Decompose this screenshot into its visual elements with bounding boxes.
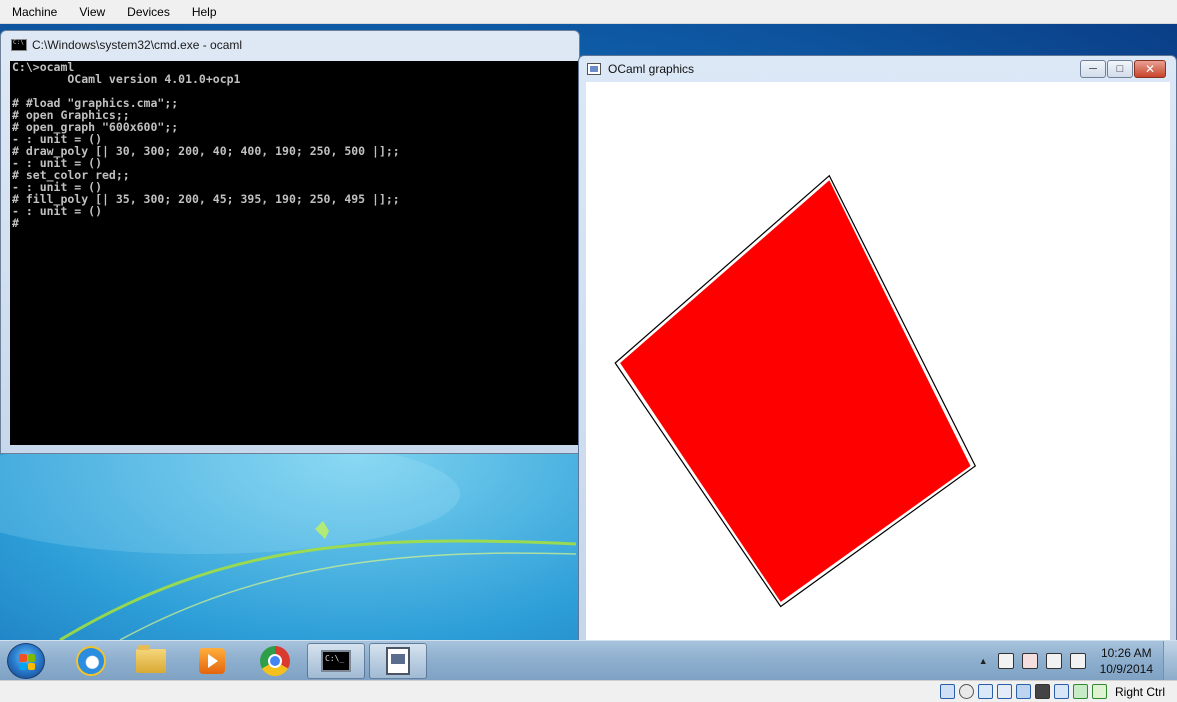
minimize-button[interactable]: ─ <box>1080 60 1106 78</box>
taskbar-internet-explorer[interactable] <box>62 643 120 679</box>
taskbar-chrome[interactable] <box>246 643 304 679</box>
video-capture-icon[interactable] <box>1053 684 1069 699</box>
ocaml-window-icon <box>587 63 601 75</box>
graphics-canvas[interactable] <box>586 82 1170 640</box>
virtualization-icon[interactable] <box>1072 684 1088 699</box>
window-controls: ─ □ ✕ <box>1079 60 1166 78</box>
shared-folders-icon[interactable] <box>1015 684 1031 699</box>
hard-disk-icon[interactable] <box>939 684 955 699</box>
close-icon: ✕ <box>1144 62 1156 76</box>
volume-icon[interactable] <box>1045 653 1062 669</box>
menu-help[interactable]: Help <box>181 1 228 23</box>
mouse-integration-icon[interactable] <box>1091 684 1107 699</box>
cmd-window-title: C:\Windows\system32\cmd.exe - ocaml <box>32 38 243 52</box>
action-center-icon[interactable] <box>997 653 1014 669</box>
cmd-icon <box>11 39 27 51</box>
display-icon[interactable] <box>1034 684 1050 699</box>
start-button[interactable] <box>7 643 45 679</box>
network-adapter-icon[interactable] <box>996 684 1012 699</box>
ocaml-graphics-icon <box>386 647 410 675</box>
internet-explorer-icon <box>76 646 106 676</box>
menu-devices[interactable]: Devices <box>116 1 181 23</box>
windows-explorer-icon <box>136 645 166 673</box>
media-player-icon <box>199 648 225 674</box>
graphics-drawing <box>614 174 977 608</box>
usb-icon[interactable] <box>977 684 993 699</box>
console-output: C:\>ocaml OCaml version 4.01.0+ocp1 # #l… <box>12 61 400 230</box>
ocaml-titlebar[interactable]: OCaml graphics ─ □ ✕ <box>579 56 1176 82</box>
maximize-icon: □ <box>1116 62 1124 75</box>
cmd-titlebar[interactable]: C:\Windows\system32\cmd.exe - ocaml <box>1 31 579 59</box>
clock-time: 10:26 AM <box>1100 646 1152 660</box>
menu-view[interactable]: View <box>68 1 116 23</box>
system-tray: ▲ 10:26 AM 10/9/2014 <box>979 641 1177 681</box>
windows-logo-icon <box>19 654 35 670</box>
network-icon[interactable] <box>1021 653 1038 669</box>
ocaml-window-title: OCaml graphics <box>608 62 695 76</box>
taskbar-cmd[interactable]: C:\_ <box>307 643 365 679</box>
desktop[interactable]: C:\Windows\system32\cmd.exe - ocaml C:\>… <box>0 24 1177 640</box>
chrome-icon <box>260 646 290 676</box>
host-key-label: Right Ctrl <box>1114 684 1165 699</box>
taskbar: C:\_ ▲ 10:26 AM 10/9/2014 <box>0 640 1177 681</box>
optical-drive-icon[interactable] <box>958 684 974 699</box>
show-desktop-button[interactable] <box>1163 641 1177 681</box>
clock-date: 10/9/2014 <box>1099 662 1153 676</box>
virtualbox-menubar: Machine View Devices Help <box>0 0 1177 24</box>
taskbar-ocaml-graphics[interactable] <box>369 643 427 679</box>
cmd-console[interactable]: C:\>ocaml OCaml version 4.01.0+ocp1 # #l… <box>10 61 579 445</box>
filled-polygon <box>620 180 971 602</box>
cmd-taskbar-icon: C:\_ <box>321 650 351 672</box>
taskbar-media-player[interactable] <box>183 643 241 679</box>
taskbar-windows-explorer[interactable] <box>122 643 180 679</box>
show-hidden-icons-icon[interactable]: ▲ <box>979 656 988 666</box>
ocaml-graphics-window[interactable]: OCaml graphics ─ □ ✕ <box>578 55 1177 640</box>
safely-remove-hardware-icon[interactable] <box>1069 653 1086 669</box>
close-button[interactable]: ✕ <box>1134 60 1166 78</box>
cmd-window[interactable]: C:\Windows\system32\cmd.exe - ocaml C:\>… <box>0 30 580 454</box>
menu-machine[interactable]: Machine <box>0 1 68 23</box>
maximize-button[interactable]: □ <box>1107 60 1133 78</box>
clock[interactable]: 10:26 AM 10/9/2014 <box>1100 645 1153 677</box>
minimize-icon: ─ <box>1089 62 1097 75</box>
virtualbox-statusbar: Right Ctrl <box>0 680 1177 702</box>
